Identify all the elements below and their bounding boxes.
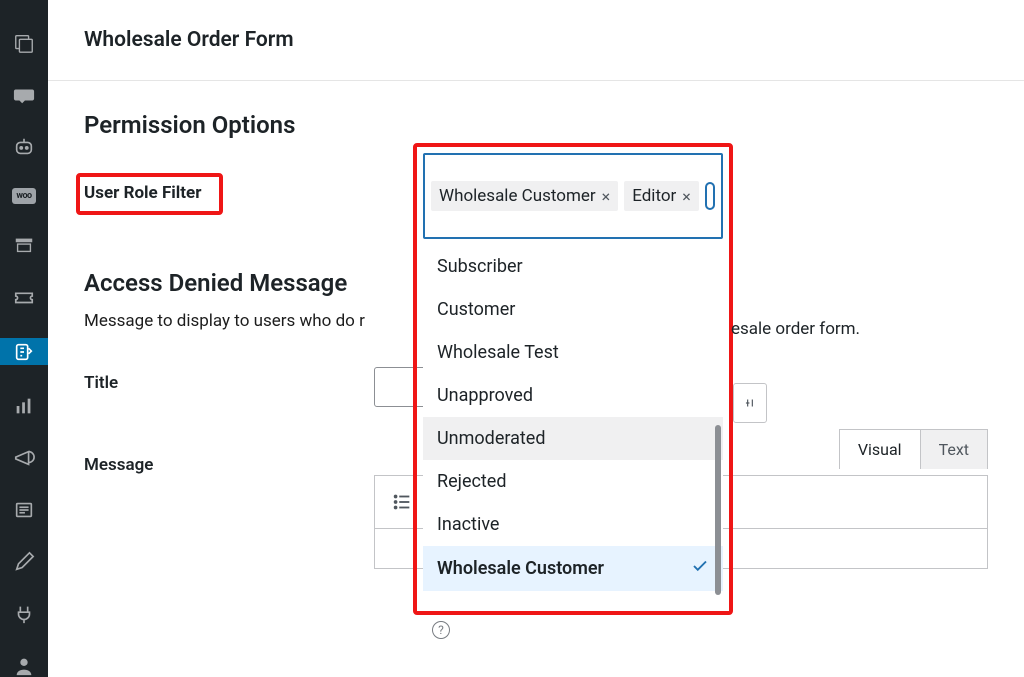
role-option-label: Inactive [437,514,499,535]
role-filter-dropdown: Subscriber Customer Wholesale Test Unapprov… [423,245,723,603]
title-aux-button[interactable] [733,383,767,423]
sidebar-item-analytics[interactable] [12,395,36,417]
settings-panel: Permission Options User Role Filter Acce… [48,81,1024,569]
permission-options-heading: Permission Options [84,111,988,139]
editor-tab-visual[interactable]: Visual [839,429,921,469]
sidebar-item-comments[interactable] [12,84,36,106]
sidebar-item-wholesale-active[interactable] [0,338,48,365]
role-filter-multiselect[interactable]: Wholesale Customer × Editor × [423,153,723,239]
multiselect-input-cursor[interactable] [705,182,715,210]
role-option[interactable]: Unapproved [423,374,723,417]
editor-tabs: Visual Text [839,429,988,469]
role-option[interactable]: Rejected [423,460,723,503]
role-option-label: Subscriber [437,256,523,277]
role-chip-label: Editor [632,186,676,206]
role-option-label: Wholesale Test [437,342,559,363]
role-option[interactable]: Inactive [423,503,723,546]
role-filter-highlight-box: Wholesale Customer × Editor × Subscriber… [413,143,733,615]
dropdown-scrollbar[interactable] [715,425,721,595]
role-option[interactable]: Wholesale Customer [423,546,723,591]
role-option-label: Wholesale Customer [437,558,604,579]
user-role-filter-label: User Role Filter [84,183,201,203]
role-option-label: Customer [437,299,515,320]
sidebar-item-ticket[interactable] [12,286,36,308]
help-icon[interactable]: ? [432,621,450,639]
role-option-label: Rejected [437,471,507,492]
message-label: Message [84,449,374,475]
sidebar-item-appearance[interactable] [12,551,36,573]
role-option[interactable]: Wholesale Test [423,331,723,374]
sidebar-item-list[interactable] [12,499,36,521]
sidebar-item-plugins[interactable] [12,603,36,625]
title-label: Title [84,367,374,393]
sidebar-item-media[interactable] [12,32,36,54]
role-option[interactable]: Unmoderated [423,417,723,460]
sidebar-item-archive[interactable] [12,234,36,256]
page-title: Wholesale Order Form [48,0,1024,81]
remove-chip-icon[interactable]: × [682,187,691,206]
user-role-filter-label-highlight: User Role Filter [76,173,223,215]
sidebar-item-robot[interactable] [12,136,36,158]
wp-admin-sidebar: woo [0,0,48,677]
role-option[interactable]: Subscriber [423,245,723,288]
sidebar-item-woocommerce[interactable]: woo [12,188,36,204]
user-role-filter-label-col: User Role Filter [84,167,374,215]
sidebar-item-marketing[interactable] [12,447,36,469]
editor-tab-text[interactable]: Text [921,429,988,469]
role-option[interactable]: Customer [423,288,723,331]
role-option-label: Unmoderated [437,428,545,449]
role-chip-wholesale-customer: Wholesale Customer × [431,181,618,211]
role-option-label: Unapproved [437,385,533,406]
sidebar-item-users[interactable] [12,655,36,677]
check-icon [691,557,709,580]
role-chip-editor: Editor × [624,181,699,211]
access-denied-description-right: esale order form. [731,319,860,339]
remove-chip-icon[interactable]: × [602,187,611,206]
main-content: Wholesale Order Form Permission Options … [48,0,1024,677]
role-chip-label: Wholesale Customer [439,186,596,206]
